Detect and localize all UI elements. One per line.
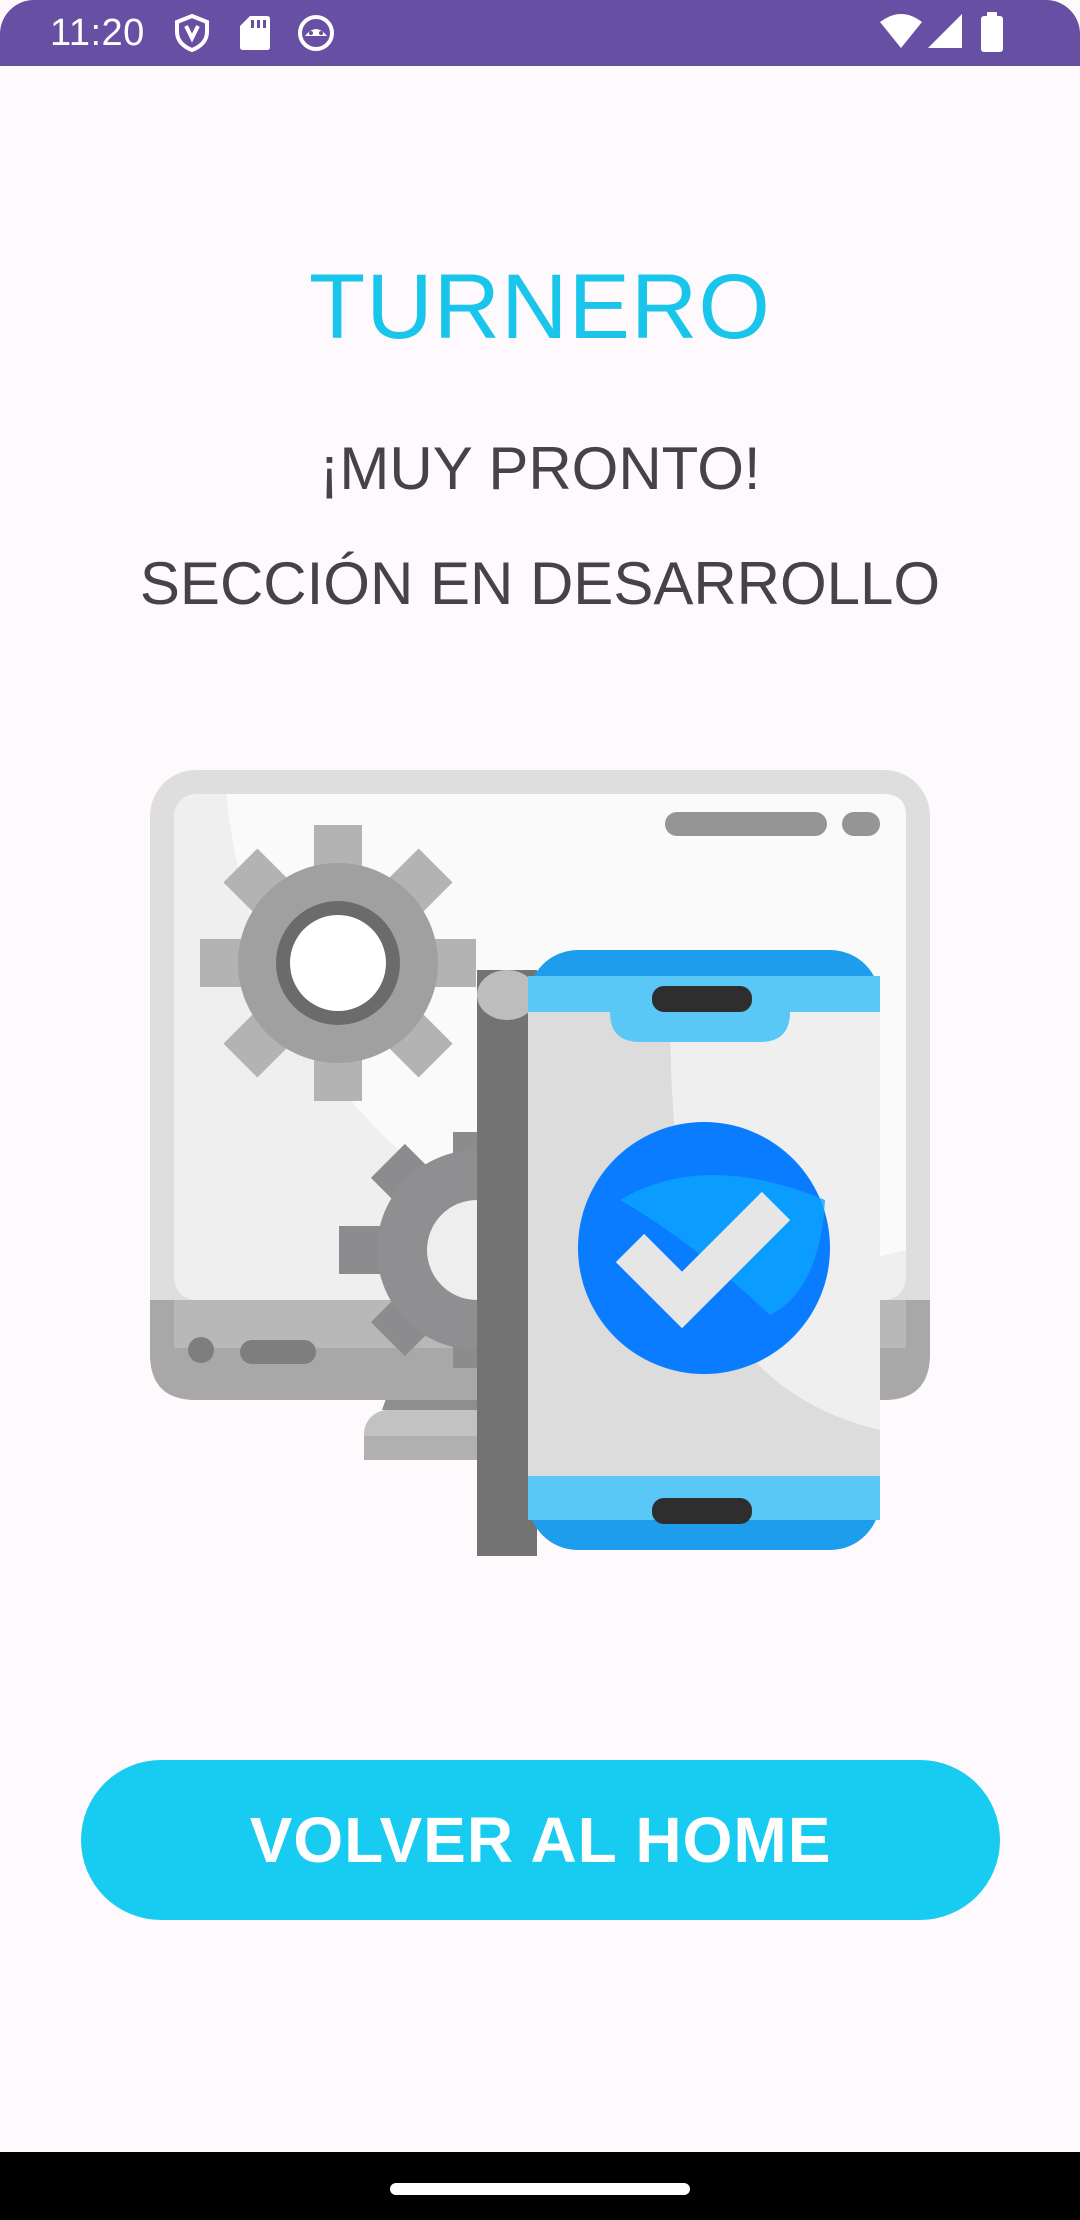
under-development-text: SECCIÓN EN DESARROLLO — [139, 550, 941, 617]
android-face-icon — [297, 14, 335, 57]
back-to-home-button[interactable]: VOLVER AL HOME — [81, 1760, 1000, 1920]
coming-soon-text: ¡MUY PRONTO! — [319, 435, 761, 502]
battery-icon — [981, 12, 1003, 57]
shield-icon — [174, 13, 210, 57]
smartphone — [528, 950, 880, 1550]
home-gesture-handle[interactable] — [390, 2183, 690, 2195]
cell-signal-icon — [928, 14, 962, 55]
wifi-icon — [880, 14, 922, 55]
status-bar: 11:20 — [0, 0, 1080, 66]
gear-small — [200, 825, 476, 1101]
page-title: TURNERO — [309, 256, 771, 358]
sd-card-icon — [240, 16, 270, 55]
development-illustration — [150, 770, 932, 1561]
status-time: 11:20 — [50, 12, 145, 54]
system-navigation-bar — [0, 2152, 1080, 2220]
